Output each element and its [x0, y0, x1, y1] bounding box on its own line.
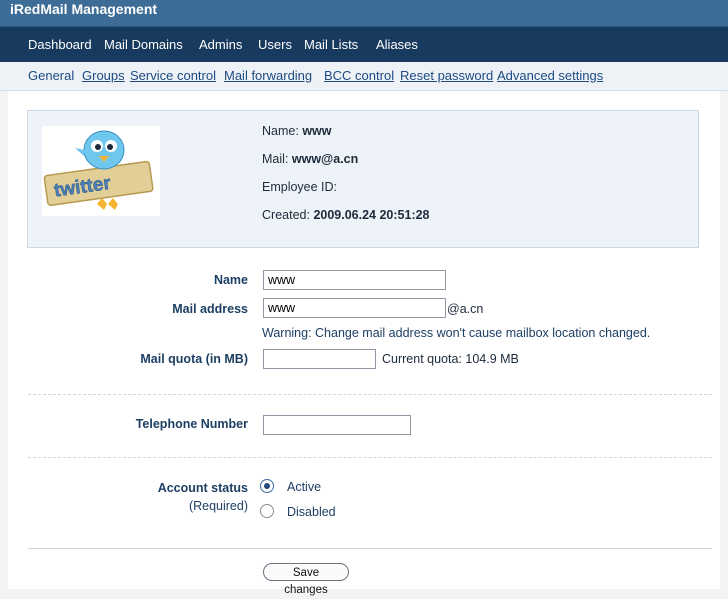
form-footer-divider	[28, 548, 712, 549]
save-changes-button[interactable]: Save changes	[263, 563, 349, 596]
profile-employee-id: Employee ID:	[262, 180, 338, 194]
account-status-label: Account status	[157, 481, 248, 495]
name-input[interactable]	[263, 270, 446, 290]
mail-quota-label: Mail quota (in MB)	[140, 352, 248, 366]
divider	[28, 457, 712, 458]
name-label: Name	[213, 273, 248, 287]
tab-reset-password[interactable]: Reset password	[400, 68, 493, 83]
divider	[28, 394, 712, 395]
twitter-bird-icon: twitter	[42, 126, 160, 216]
telephone-label: Telephone Number	[135, 417, 248, 431]
tab-advanced-settings[interactable]: Advanced settings	[497, 68, 603, 83]
mail-warning: Warning: Change mail address won't cause…	[262, 326, 651, 340]
profile-created-value: 2009.06.24 20:51:28	[313, 208, 430, 222]
profile-mail: Mail: www@a.cn	[262, 152, 359, 166]
nav-mail-domains[interactable]: Mail Domains	[104, 37, 183, 52]
current-quota: Current quota: 104.9 MB	[382, 352, 519, 366]
mail-domain: @a.cn	[447, 302, 484, 316]
tab-mail-forwarding[interactable]: Mail forwarding	[224, 68, 312, 83]
app-title: iRedMail Management	[10, 1, 158, 17]
status-active-radio[interactable]	[260, 479, 274, 493]
required-note: (Required)	[188, 499, 248, 513]
telephone-input[interactable]	[263, 415, 411, 435]
avatar: twitter	[42, 126, 160, 216]
mail-address-label: Mail address	[172, 302, 248, 316]
tab-groups[interactable]: Groups	[82, 68, 125, 83]
nav-mail-lists[interactable]: Mail Lists	[304, 37, 358, 52]
nav-dashboard[interactable]: Dashboard	[28, 37, 92, 52]
mail-address-input[interactable]	[263, 298, 446, 318]
profile-created: Created: 2009.06.24 20:51:28	[262, 208, 430, 222]
main-nav: Dashboard Mail Domains Admins Users Mail…	[0, 26, 728, 63]
nav-aliases[interactable]: Aliases	[376, 37, 418, 52]
tab-bcc-control[interactable]: BCC control	[324, 68, 394, 83]
app-title-bar: iRedMail Management	[0, 0, 728, 26]
profile-name: Name: www	[262, 124, 332, 138]
sub-nav: General Groups Service control Mail forw…	[0, 62, 728, 91]
nav-users[interactable]: Users	[258, 37, 292, 52]
tab-service-control[interactable]: Service control	[130, 68, 216, 83]
profile-name-value: www	[302, 124, 332, 138]
status-disabled-radio[interactable]	[260, 504, 274, 518]
status-active-label[interactable]: Active	[287, 480, 321, 494]
profile-mail-value: www@a.cn	[291, 152, 359, 166]
mail-quota-input[interactable]	[263, 349, 376, 369]
nav-admins[interactable]: Admins	[199, 37, 242, 52]
status-disabled-label[interactable]: Disabled	[287, 505, 336, 519]
tab-general[interactable]: General	[28, 68, 74, 83]
